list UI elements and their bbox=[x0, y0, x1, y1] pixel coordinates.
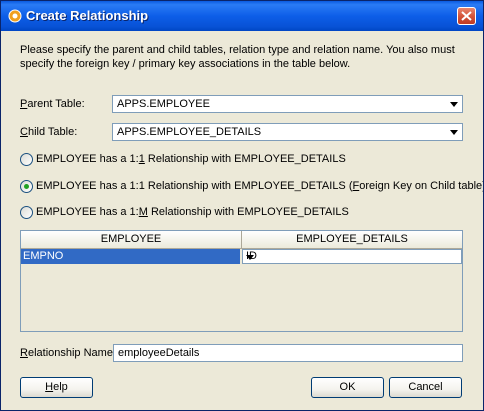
parent-table-value: APPS.EMPLOYEE bbox=[117, 98, 210, 110]
relationship-name-input[interactable] bbox=[114, 345, 462, 361]
child-table-value: APPS.EMPLOYEE_DETAILS bbox=[117, 126, 262, 138]
title-bar[interactable]: Create Relationship bbox=[1, 1, 483, 31]
radio-button-selected[interactable] bbox=[20, 180, 33, 193]
close-button[interactable] bbox=[457, 7, 476, 25]
radio-label[interactable]: EMPLOYEE has a 1:1 Relationship with EMP… bbox=[36, 153, 346, 165]
chevron-down-icon[interactable] bbox=[450, 130, 458, 135]
child-table-select[interactable]: APPS.EMPLOYEE_DETAILS bbox=[112, 123, 463, 141]
relationship-name-label: Relationship Name: bbox=[20, 347, 116, 359]
parent-table-label-text: arent Table: bbox=[27, 98, 85, 110]
radio-label[interactable]: EMPLOYEE has a 1:1 Relationship with EMP… bbox=[36, 180, 483, 192]
child-table-label-text: hild Table: bbox=[27, 126, 78, 138]
column-header-employee-details[interactable]: EMPLOYEE_DETAILS bbox=[242, 233, 462, 245]
radio-label[interactable]: EMPLOYEE has a 1:M Relationship with EMP… bbox=[36, 206, 349, 218]
parent-key-cell[interactable]: EMPNO bbox=[21, 249, 240, 264]
instructions-text: Please specify the parent and child tabl… bbox=[20, 44, 455, 70]
key-association-table[interactable]: EMPLOYEE EMPLOYEE_DETAILS EMPNO ID bbox=[20, 230, 463, 332]
relationship-name-field[interactable] bbox=[113, 344, 463, 362]
relationship-name-mnemonic: R bbox=[20, 347, 28, 359]
cancel-button[interactable]: Cancel bbox=[389, 377, 462, 398]
create-relationship-dialog: Create Relationship Please specify the p… bbox=[0, 0, 484, 411]
help-button[interactable]: Help bbox=[20, 377, 93, 398]
table-row[interactable]: EMPNO ID bbox=[21, 249, 462, 264]
child-table-label: Child Table: bbox=[20, 126, 77, 138]
dialog-content: Please specify the parent and child tabl… bbox=[1, 31, 483, 410]
child-key-select[interactable]: ID bbox=[242, 249, 462, 264]
child-table-mnemonic: C bbox=[20, 126, 28, 138]
column-header-employee[interactable]: EMPLOYEE bbox=[21, 233, 241, 245]
oracle-app-icon bbox=[8, 9, 22, 23]
chevron-down-icon[interactable] bbox=[246, 255, 254, 260]
parent-table-select[interactable]: APPS.EMPLOYEE bbox=[112, 95, 463, 113]
parent-table-label: Parent Table: bbox=[20, 98, 85, 110]
table-header: EMPLOYEE EMPLOYEE_DETAILS bbox=[21, 231, 462, 249]
chevron-down-icon[interactable] bbox=[450, 102, 458, 107]
radio-button[interactable] bbox=[20, 206, 33, 219]
radio-button[interactable] bbox=[20, 153, 33, 166]
dialog-title: Create Relationship bbox=[26, 8, 149, 23]
ok-button[interactable]: OK bbox=[311, 377, 384, 398]
close-icon bbox=[461, 11, 472, 21]
relationship-name-label-text: elationship Name: bbox=[27, 347, 117, 359]
